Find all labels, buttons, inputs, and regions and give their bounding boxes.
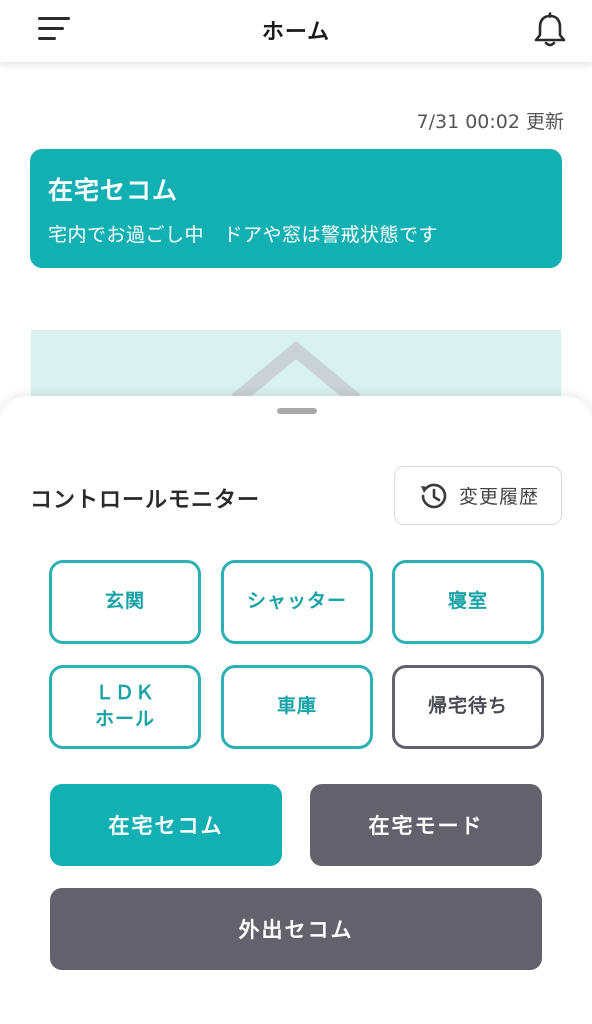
zone-button-garage[interactable]: 車庫 bbox=[221, 665, 373, 749]
zone-button-entrance[interactable]: 玄関 bbox=[49, 560, 201, 644]
zone-label: 車庫 bbox=[276, 695, 317, 718]
zone-label: 帰宅待ち bbox=[427, 695, 508, 718]
zone-label: 寝室 bbox=[447, 590, 488, 613]
security-status-card[interactable]: 在宅セコム 宅内でお過ごし中 ドアや窓は警戒状態です bbox=[30, 149, 562, 268]
control-monitor-sheet: コントロールモニター 変更履歴 玄関 シャッター 寝室 ＬＤＫ ホール 車庫 帰… bbox=[0, 396, 592, 1024]
zone-label: シャッター bbox=[246, 590, 347, 613]
zone-label: 玄関 bbox=[104, 590, 145, 613]
home-secom-mode-button[interactable]: 在宅セコム bbox=[50, 784, 282, 866]
zone-button-ldk-hall[interactable]: ＬＤＫ ホール bbox=[49, 665, 201, 749]
change-history-button[interactable]: 変更履歴 bbox=[394, 466, 562, 525]
notification-bell-icon[interactable] bbox=[532, 12, 568, 48]
zone-button-bedroom[interactable]: 寝室 bbox=[392, 560, 544, 644]
away-secom-mode-button[interactable]: 外出セコム bbox=[50, 888, 542, 970]
sheet-title: コントロールモニター bbox=[30, 488, 261, 513]
status-description: 宅内でお過ごし中 ドアや窓は警戒状態です bbox=[48, 224, 439, 246]
zone-label: ＬＤＫ ホール bbox=[94, 682, 155, 730]
page-title: ホーム bbox=[261, 20, 331, 45]
zone-button-shutter[interactable]: シャッター bbox=[221, 560, 373, 644]
zone-button-waiting-return[interactable]: 帰宅待ち bbox=[392, 665, 544, 749]
last-updated-timestamp: 7/31 00:02 更新 bbox=[416, 111, 564, 133]
mode-label: 在宅モード bbox=[368, 814, 484, 838]
app-header: ホーム bbox=[0, 0, 592, 62]
history-clock-icon bbox=[420, 483, 447, 508]
change-history-label: 変更履歴 bbox=[458, 486, 539, 508]
home-mode-button[interactable]: 在宅モード bbox=[310, 784, 542, 866]
mode-label: 外出セコム bbox=[238, 918, 354, 942]
status-title: 在宅セコム bbox=[48, 176, 179, 205]
mode-label: 在宅セコム bbox=[108, 814, 224, 838]
sheet-drag-handle[interactable] bbox=[277, 408, 317, 414]
